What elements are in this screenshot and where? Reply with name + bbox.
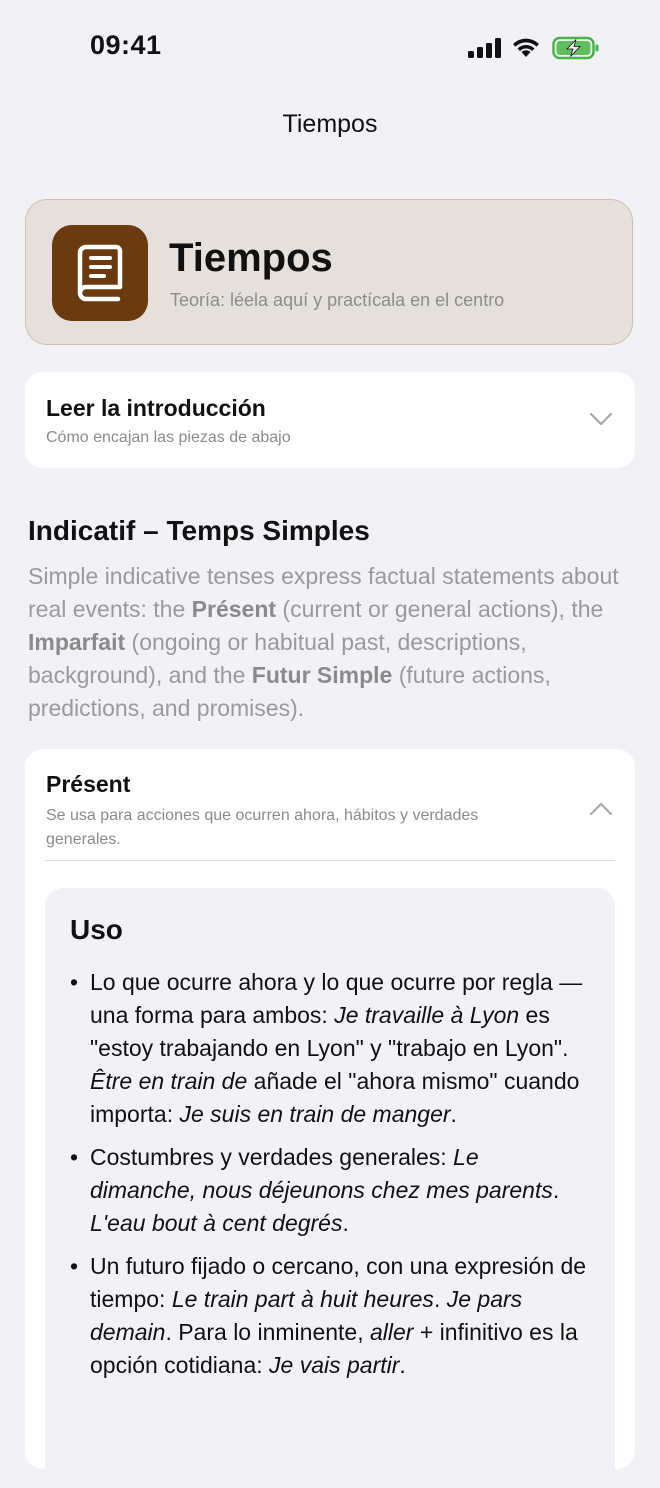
divider [45,860,615,861]
text-run: . [450,1101,457,1127]
text-run: Costumbres y verdades generales: [90,1144,454,1170]
text-run: . [399,1352,406,1378]
text-run: . [433,1286,447,1312]
uso-item: • Un futuro fijado o cercano, con una exp… [70,1250,590,1382]
present-title: Présent [46,771,131,797]
example-phrase: Je travaille à Lyon [334,1002,520,1028]
bullet: • [70,1253,79,1279]
book-icon [77,244,123,302]
example-phrase: L'eau bout à cent degrés [90,1210,343,1236]
bullet: • [70,1144,79,1170]
intro-subtitle: Cómo encajan las piezas de abajo [46,429,291,446]
text-run: . Para lo inminente, [165,1319,370,1345]
text-run: . [342,1210,349,1236]
intro-disclosure[interactable]: Leer la introducción Cómo encajan las pi… [25,372,635,468]
uso-item: • Costumbres y verdades generales: Le dim… [70,1141,590,1240]
status-time: 09:41 [90,30,162,60]
cellular-signal-icon [468,38,501,58]
example-phrase: Le train part à huit heures [171,1286,434,1312]
text-run: . [552,1177,560,1203]
example-phrase: Je vais partir [269,1352,400,1378]
status-bar: 09:41 [0,0,660,96]
present-subtitle: Se usa para acciones que ocurren ahora, … [46,807,479,848]
intro-title: Leer la introducción [46,395,266,421]
bullet: • [70,969,79,995]
uso-title: Uso [70,914,123,945]
header-subtitle: Teoría: léela aquí y practícala en el ce… [170,290,505,310]
text-run: (current or general actions), the [276,596,604,622]
wifi-icon [513,38,539,57]
uso-box: Uso • Lo que ocurre ahora y lo que ocurre… [45,888,615,1488]
section-description: Simple indicative tenses express factual… [28,560,628,725]
chevron-up-icon[interactable] [589,801,613,817]
example-phrase: Être en train de [90,1068,248,1094]
chevron-down-icon[interactable] [589,411,613,427]
battery-charging-icon [552,36,599,60]
uso-list: • Lo que ocurre ahora y lo que ocurre por… [70,966,590,1392]
bold-term: Imparfait [28,629,126,655]
header-title: Tiempos [169,236,333,280]
bold-term: Présent [191,596,277,622]
bold-term: Futur Simple [251,662,393,688]
header-icon-tile [52,225,148,321]
header-card: Tiempos Teoría: léela aquí y practícala … [25,199,633,345]
uso-item: • Lo que ocurre ahora y lo que ocurre por… [70,966,590,1131]
example-phrase: aller [370,1319,414,1345]
section-title: Indicatif – Temps Simples [28,515,370,546]
present-card: Présent Se usa para acciones que ocurren… [25,749,635,1488]
nav-title: Tiempos [282,110,378,138]
example-phrase: Je suis en train de manger [179,1101,451,1127]
